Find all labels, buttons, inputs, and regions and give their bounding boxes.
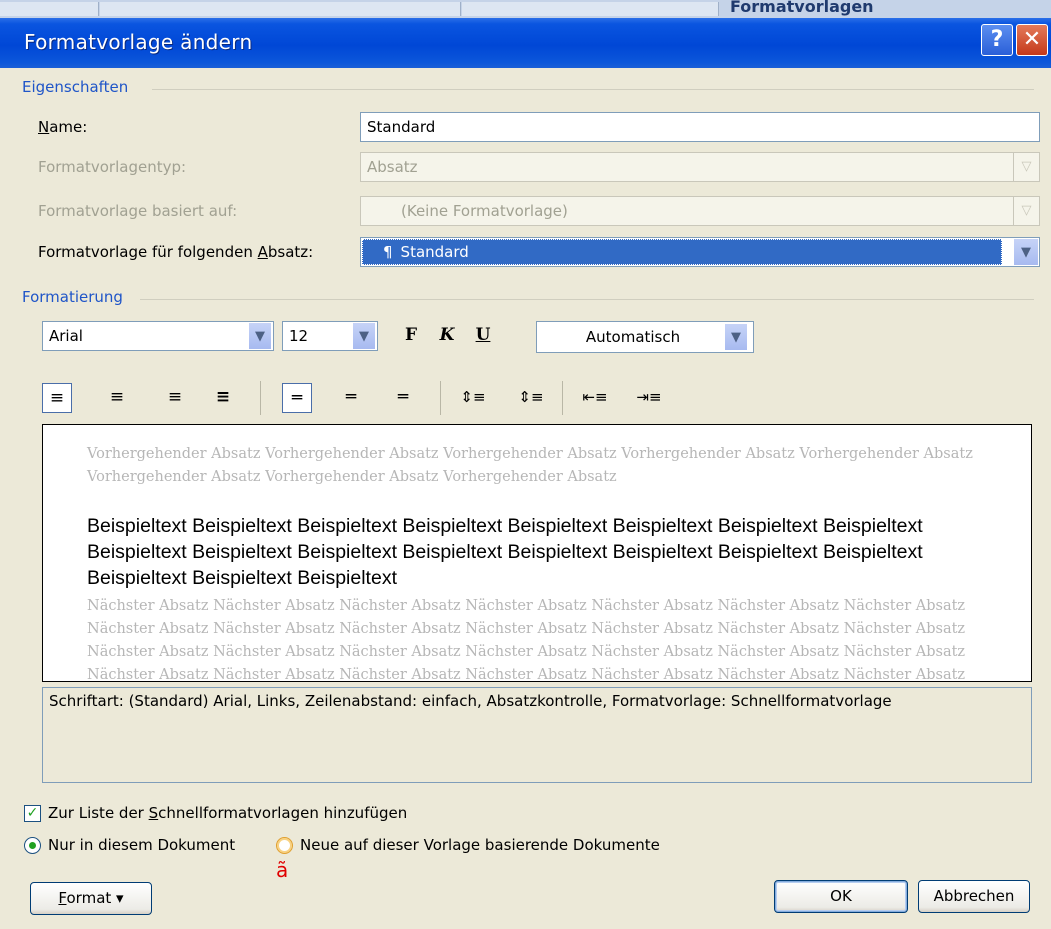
preview-next-paragraph: Nächster Absatz Nächster Absatz Nächster…	[87, 598, 966, 682]
toolbar-separator	[562, 381, 563, 415]
align-justify-icon[interactable]: ≡	[208, 383, 238, 413]
font-color-value: Automatisch	[585, 328, 681, 346]
quick-style-label: Zur Liste der Schnellformatvorlagen hinz…	[48, 804, 408, 822]
only-this-document-radio[interactable]	[24, 837, 41, 854]
toolbar-separator	[260, 381, 261, 415]
format-menu-button[interactable]: Format ▾	[30, 882, 152, 915]
decrease-indent-icon[interactable]: ⇤≡	[580, 383, 610, 413]
pilcrow-icon: ¶	[383, 243, 393, 261]
font-value: Arial	[49, 327, 83, 345]
group-label-formatierung: Formatierung	[22, 288, 123, 306]
background-tab	[0, 2, 99, 16]
font-select[interactable]: Arial	[42, 321, 274, 351]
italic-button[interactable]: K	[432, 321, 462, 351]
background-tab	[462, 2, 719, 16]
chevron-down-icon[interactable]: ▽	[1013, 153, 1039, 181]
background-tab	[100, 2, 461, 16]
space-after-icon[interactable]: ⇕≡	[516, 383, 546, 413]
increase-indent-icon[interactable]: ⇥≡	[634, 383, 664, 413]
chevron-down-icon[interactable]: ▼	[1013, 238, 1039, 266]
new-documents-label: Neue auf dieser Vorlage basierende Dokum…	[300, 836, 660, 854]
new-documents-radio[interactable]	[276, 837, 293, 854]
background-panel-label: Formatvorlagen	[730, 0, 874, 16]
space-before-icon[interactable]: ⇕≡	[458, 383, 488, 413]
style-description: Schriftart: (Standard) Arial, Links, Zei…	[42, 687, 1032, 783]
preview-sample-text: Beispieltext Beispieltext Beispieltext B…	[87, 515, 923, 589]
chevron-down-icon[interactable]: ▼	[724, 323, 748, 351]
only-this-document-label: Nur in diesem Dokument	[48, 836, 236, 854]
chevron-down-icon[interactable]: ▼	[248, 322, 272, 350]
name-label: Name:	[38, 118, 88, 136]
based-on-select[interactable]: (Keine Formatvorlage)	[360, 196, 1040, 226]
quick-style-checkbox[interactable]: ✓	[24, 805, 41, 822]
align-center-icon[interactable]: ≡	[102, 383, 132, 413]
stray-character: ã	[276, 858, 289, 882]
align-left-icon[interactable]: ≡	[42, 383, 72, 413]
next-paragraph-label: Formatvorlage für folgenden Absatz:	[38, 243, 314, 261]
font-size-value: 12	[289, 327, 309, 345]
window-title: Formatvorlage ändern	[24, 30, 253, 54]
chevron-down-icon[interactable]: ▽	[1013, 197, 1039, 225]
based-on-label: Formatvorlage basiert auf:	[38, 202, 238, 220]
line-spacing-single-icon[interactable]: ═	[282, 383, 312, 413]
toolbar-separator	[440, 381, 441, 415]
bold-button[interactable]: F	[396, 321, 426, 351]
line-spacing-double-icon[interactable]: ═	[388, 383, 418, 413]
line-spacing-onehalf-icon[interactable]: ═	[336, 383, 366, 413]
ok-button[interactable]: OK	[774, 880, 908, 913]
font-color-select[interactable]: Automatisch	[536, 321, 754, 353]
help-button[interactable]: ?	[981, 24, 1013, 56]
preview-previous-paragraph: Vorhergehender Absatz Vorhergehender Abs…	[87, 446, 973, 485]
chevron-down-icon[interactable]: ▼	[352, 322, 376, 350]
chevron-down-icon: ▾	[116, 889, 124, 907]
type-value: Absatz	[367, 158, 418, 176]
name-input[interactable]: Standard	[360, 112, 1040, 142]
next-paragraph-value: Standard	[400, 243, 469, 261]
group-divider	[140, 299, 1034, 300]
underline-button[interactable]: U	[468, 321, 498, 351]
next-paragraph-select[interactable]: ¶ Standard	[360, 237, 1040, 267]
type-label: Formatvorlagentyp:	[38, 158, 187, 176]
group-divider	[152, 89, 1034, 90]
close-button[interactable]: ✕	[1016, 24, 1048, 56]
align-right-icon[interactable]: ≡	[160, 383, 190, 413]
cancel-button[interactable]: Abbrechen	[918, 880, 1030, 913]
type-select[interactable]: Absatz	[360, 152, 1040, 182]
based-on-value: (Keine Formatvorlage)	[401, 202, 568, 220]
preview-pane: Vorhergehender Absatz Vorhergehender Abs…	[42, 424, 1032, 682]
group-label-eigenschaften: Eigenschaften	[22, 78, 129, 96]
